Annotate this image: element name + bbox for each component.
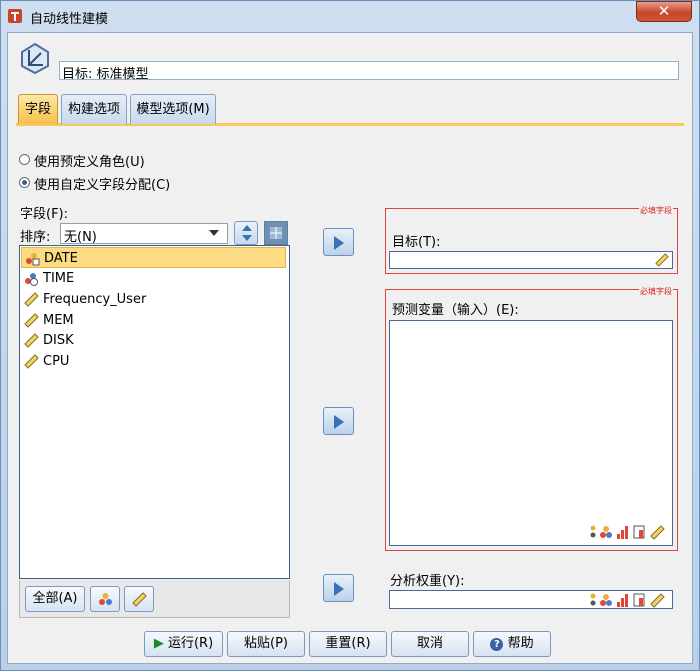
nominal-filter-button[interactable] [90, 586, 120, 612]
grid-icon [270, 227, 282, 239]
move-to-target-button[interactable] [323, 228, 354, 256]
tab-model-options[interactable]: 模型选项(M) [130, 94, 216, 124]
paste-button[interactable]: 粘贴(P) [227, 631, 305, 657]
field-name: DISK [43, 333, 74, 348]
all-fields-button[interactable]: 全部(A) [25, 586, 85, 612]
up-down-arrows-icon [242, 225, 252, 241]
nominal-time-icon [25, 273, 38, 286]
sort-label: 排序: [20, 230, 51, 245]
field-name: Frequency_User [43, 292, 147, 307]
list-item[interactable]: TIME [21, 268, 286, 289]
move-to-predictors-button[interactable] [323, 407, 354, 435]
sort-order-button[interactable] [234, 221, 258, 245]
target-field[interactable] [389, 251, 673, 269]
scale-ruler-icon [655, 253, 669, 267]
window-title: 自动线性建模 [30, 12, 109, 27]
reset-button[interactable]: 重置(R) [309, 631, 387, 657]
predictors-label: 预测变量（输入）(E): [392, 303, 519, 318]
field-name: CPU [43, 354, 70, 369]
list-item[interactable]: CPU [21, 351, 286, 372]
move-to-weight-button[interactable] [323, 574, 354, 602]
list-item[interactable]: DISK [21, 330, 286, 351]
field-name: TIME [43, 271, 75, 286]
scale-ruler-icon [24, 354, 39, 369]
fields-label: 字段(F): [20, 207, 69, 222]
scale-ruler-icon [132, 592, 147, 607]
nominal-icon [99, 593, 112, 605]
tab-build-options[interactable]: 构建选项 [61, 94, 127, 124]
app-icon [8, 9, 22, 23]
predefined-roles-label[interactable]: 使用预定义角色(U) [34, 151, 145, 170]
weight-label: 分析权重(Y): [390, 574, 465, 589]
run-button[interactable]: ▶ 运行(R) [144, 631, 223, 657]
cancel-button[interactable]: 取消 [391, 631, 469, 657]
help-button[interactable]: ? 帮助 [473, 631, 551, 657]
scale-filter-button[interactable] [124, 586, 154, 612]
linear-model-icon [21, 42, 49, 74]
scale-ruler-icon [24, 333, 39, 348]
sort-value: 无(N) [64, 230, 97, 245]
nominal-date-icon [26, 253, 40, 266]
measurement-type-icons [590, 525, 665, 540]
list-item[interactable]: DATE [21, 247, 286, 268]
scale-ruler-icon [24, 292, 39, 307]
list-item[interactable]: Frequency_User [21, 289, 286, 310]
field-name: DATE [44, 251, 78, 266]
field-view-button[interactable] [264, 221, 288, 245]
required-field-tag: 必填字段 [639, 205, 673, 216]
model-target-label: 目标: 标准模型 [62, 67, 149, 82]
tab-fields[interactable]: 字段 [18, 94, 58, 124]
required-field-tag: 必填字段 [639, 286, 673, 297]
play-icon: ▶ [153, 636, 164, 651]
model-target-box [59, 61, 679, 80]
measurement-type-icons [590, 593, 665, 608]
predictors-list[interactable] [389, 320, 673, 546]
target-label: 目标(T): [392, 235, 441, 250]
field-name: MEM [43, 313, 74, 328]
list-item[interactable]: MEM [21, 310, 286, 331]
close-button[interactable]: ✕ [636, 1, 692, 22]
scale-ruler-icon [24, 313, 39, 328]
run-label: 运行(R) [167, 636, 214, 651]
help-label: 帮助 [507, 636, 534, 651]
predefined-roles-radio[interactable] [19, 154, 30, 165]
chevron-down-icon[interactable] [209, 230, 219, 236]
custom-assignment-label[interactable]: 使用自定义字段分配(C) [34, 174, 170, 193]
custom-assignment-radio[interactable] [19, 177, 30, 188]
help-icon: ? [490, 638, 504, 651]
